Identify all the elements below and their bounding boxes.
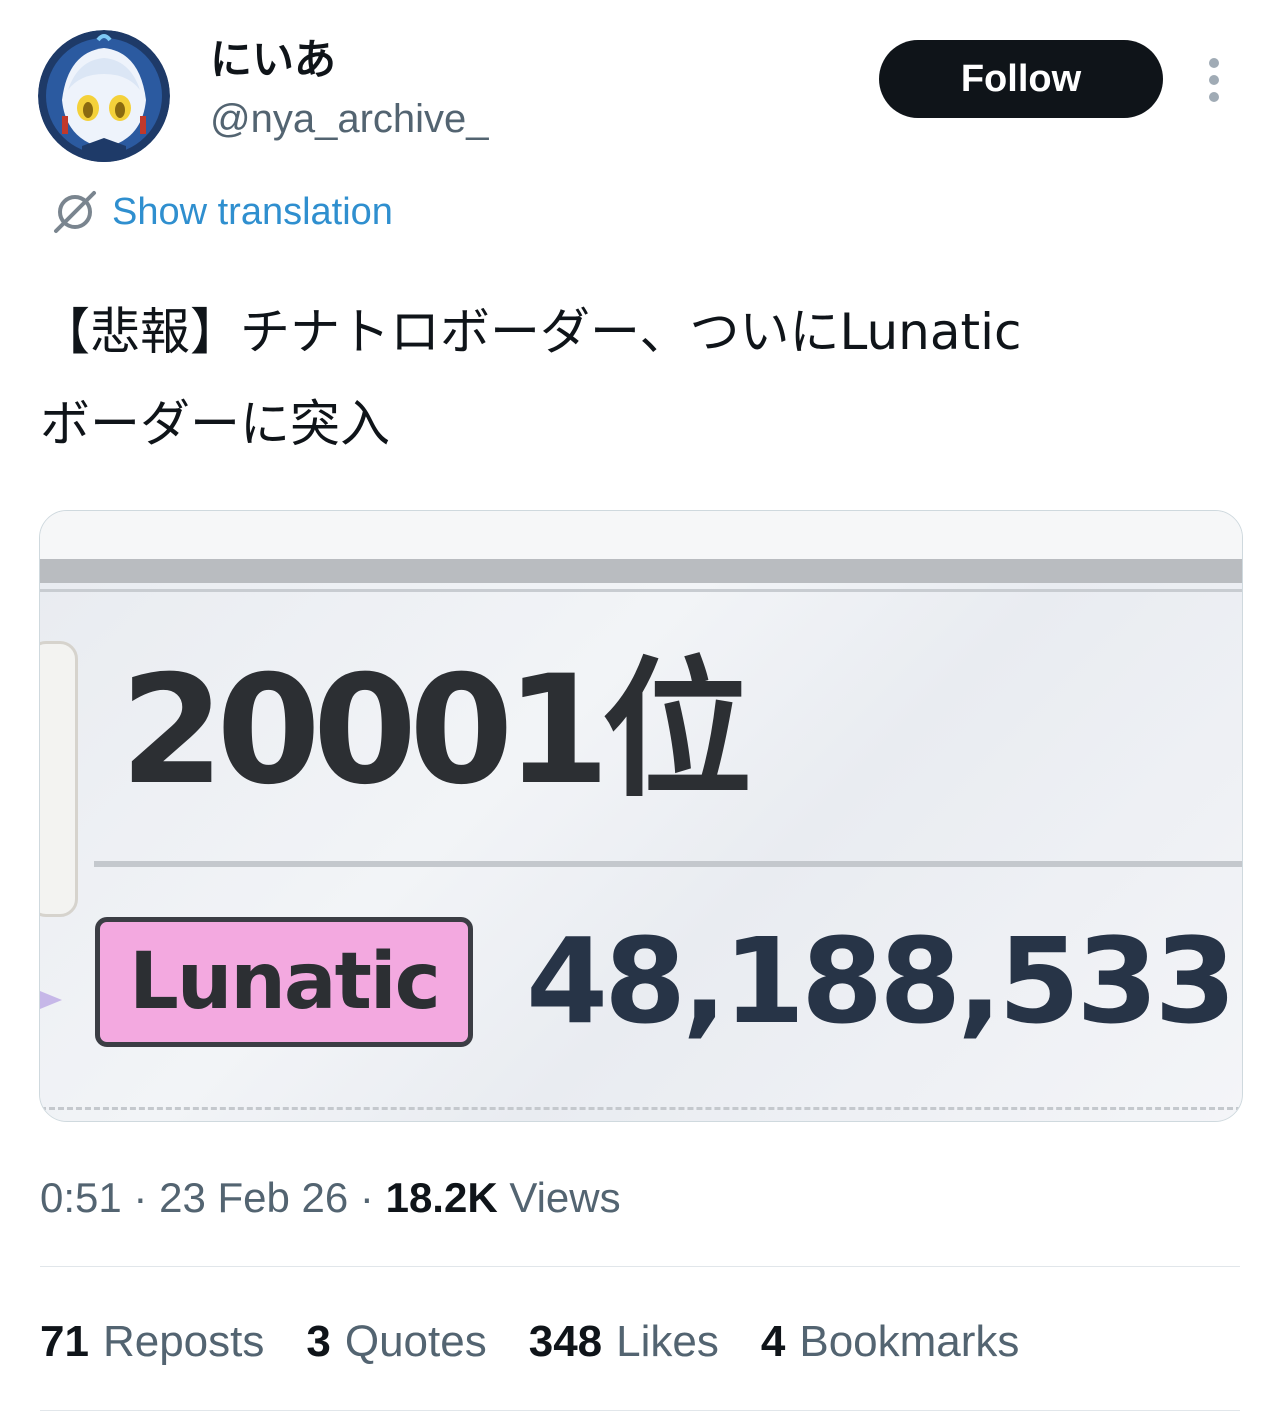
meta-separator: · xyxy=(359,1174,374,1221)
difficulty-badge: Lunatic xyxy=(95,917,473,1047)
media-top-bar xyxy=(40,559,1242,583)
quotes-count: 3 xyxy=(306,1317,331,1366)
views-label: Views xyxy=(509,1174,621,1221)
tweet-time[interactable]: 0:51 xyxy=(40,1174,122,1221)
divider xyxy=(40,1266,1240,1267)
bookmarks-label: Bookmarks xyxy=(799,1317,1020,1366)
meta-separator: · xyxy=(133,1174,148,1221)
media-divider xyxy=(94,861,1242,867)
media-top-line xyxy=(40,589,1242,592)
show-translation-link[interactable]: Show translation xyxy=(52,186,393,238)
quotes-stat[interactable]: 3 Quotes xyxy=(306,1312,486,1372)
globe-translate-icon xyxy=(54,191,96,233)
bookmarks-count: 4 xyxy=(760,1317,786,1366)
tweet-text: 【悲報】チナトロボーダー、ついにLunatic ボーダーに突入 xyxy=(40,286,1240,470)
media-left-decoration xyxy=(40,641,78,917)
dot-icon xyxy=(1209,75,1219,85)
tweet-media-image[interactable]: 20001位 Lunatic 48,188,533 xyxy=(39,510,1243,1122)
follow-button[interactable]: Follow xyxy=(879,40,1163,118)
reposts-label: Reposts xyxy=(102,1317,265,1366)
divider xyxy=(40,1410,1240,1411)
media-top-strip xyxy=(40,511,1242,559)
dot-icon xyxy=(1209,58,1219,68)
engagement-stats: 71 Reposts 3 Quotes 348 Likes 4 Bookmarks xyxy=(40,1312,1019,1372)
bookmarks-stat[interactable]: 4 Bookmarks xyxy=(761,1312,1020,1372)
anime-avatar-icon xyxy=(38,30,170,162)
score-text: 48,188,533 xyxy=(526,912,1236,1050)
show-translation-label: Show translation xyxy=(112,190,393,233)
likes-stat[interactable]: 348 Likes xyxy=(529,1312,719,1372)
tweet-text-line: 【悲報】チナトロボーダー、ついにLunatic xyxy=(40,303,1022,361)
tweet-date[interactable]: 23 Feb 26 xyxy=(159,1174,348,1221)
avatar[interactable] xyxy=(38,30,170,162)
author-handle[interactable]: @nya_archive_ xyxy=(210,94,489,144)
tweet-text-line: ボーダーに突入 xyxy=(40,395,390,453)
reposts-count: 71 xyxy=(40,1317,89,1366)
more-options-icon[interactable] xyxy=(1196,52,1232,108)
quotes-label: Quotes xyxy=(344,1317,487,1366)
likes-label: Likes xyxy=(616,1317,719,1366)
arrow-icon xyxy=(40,991,62,1009)
author-display-name[interactable]: にいあ xyxy=(210,34,336,86)
tweet-meta: 0:51 · 23 Feb 26 · 18.2K Views xyxy=(40,1170,621,1226)
views-count: 18.2K xyxy=(385,1174,498,1221)
media-bottom-dash xyxy=(40,1107,1242,1110)
likes-count: 348 xyxy=(528,1317,603,1366)
dot-icon xyxy=(1209,92,1219,102)
rank-text: 20001位 xyxy=(120,644,752,818)
reposts-stat[interactable]: 71 Reposts xyxy=(40,1312,264,1372)
